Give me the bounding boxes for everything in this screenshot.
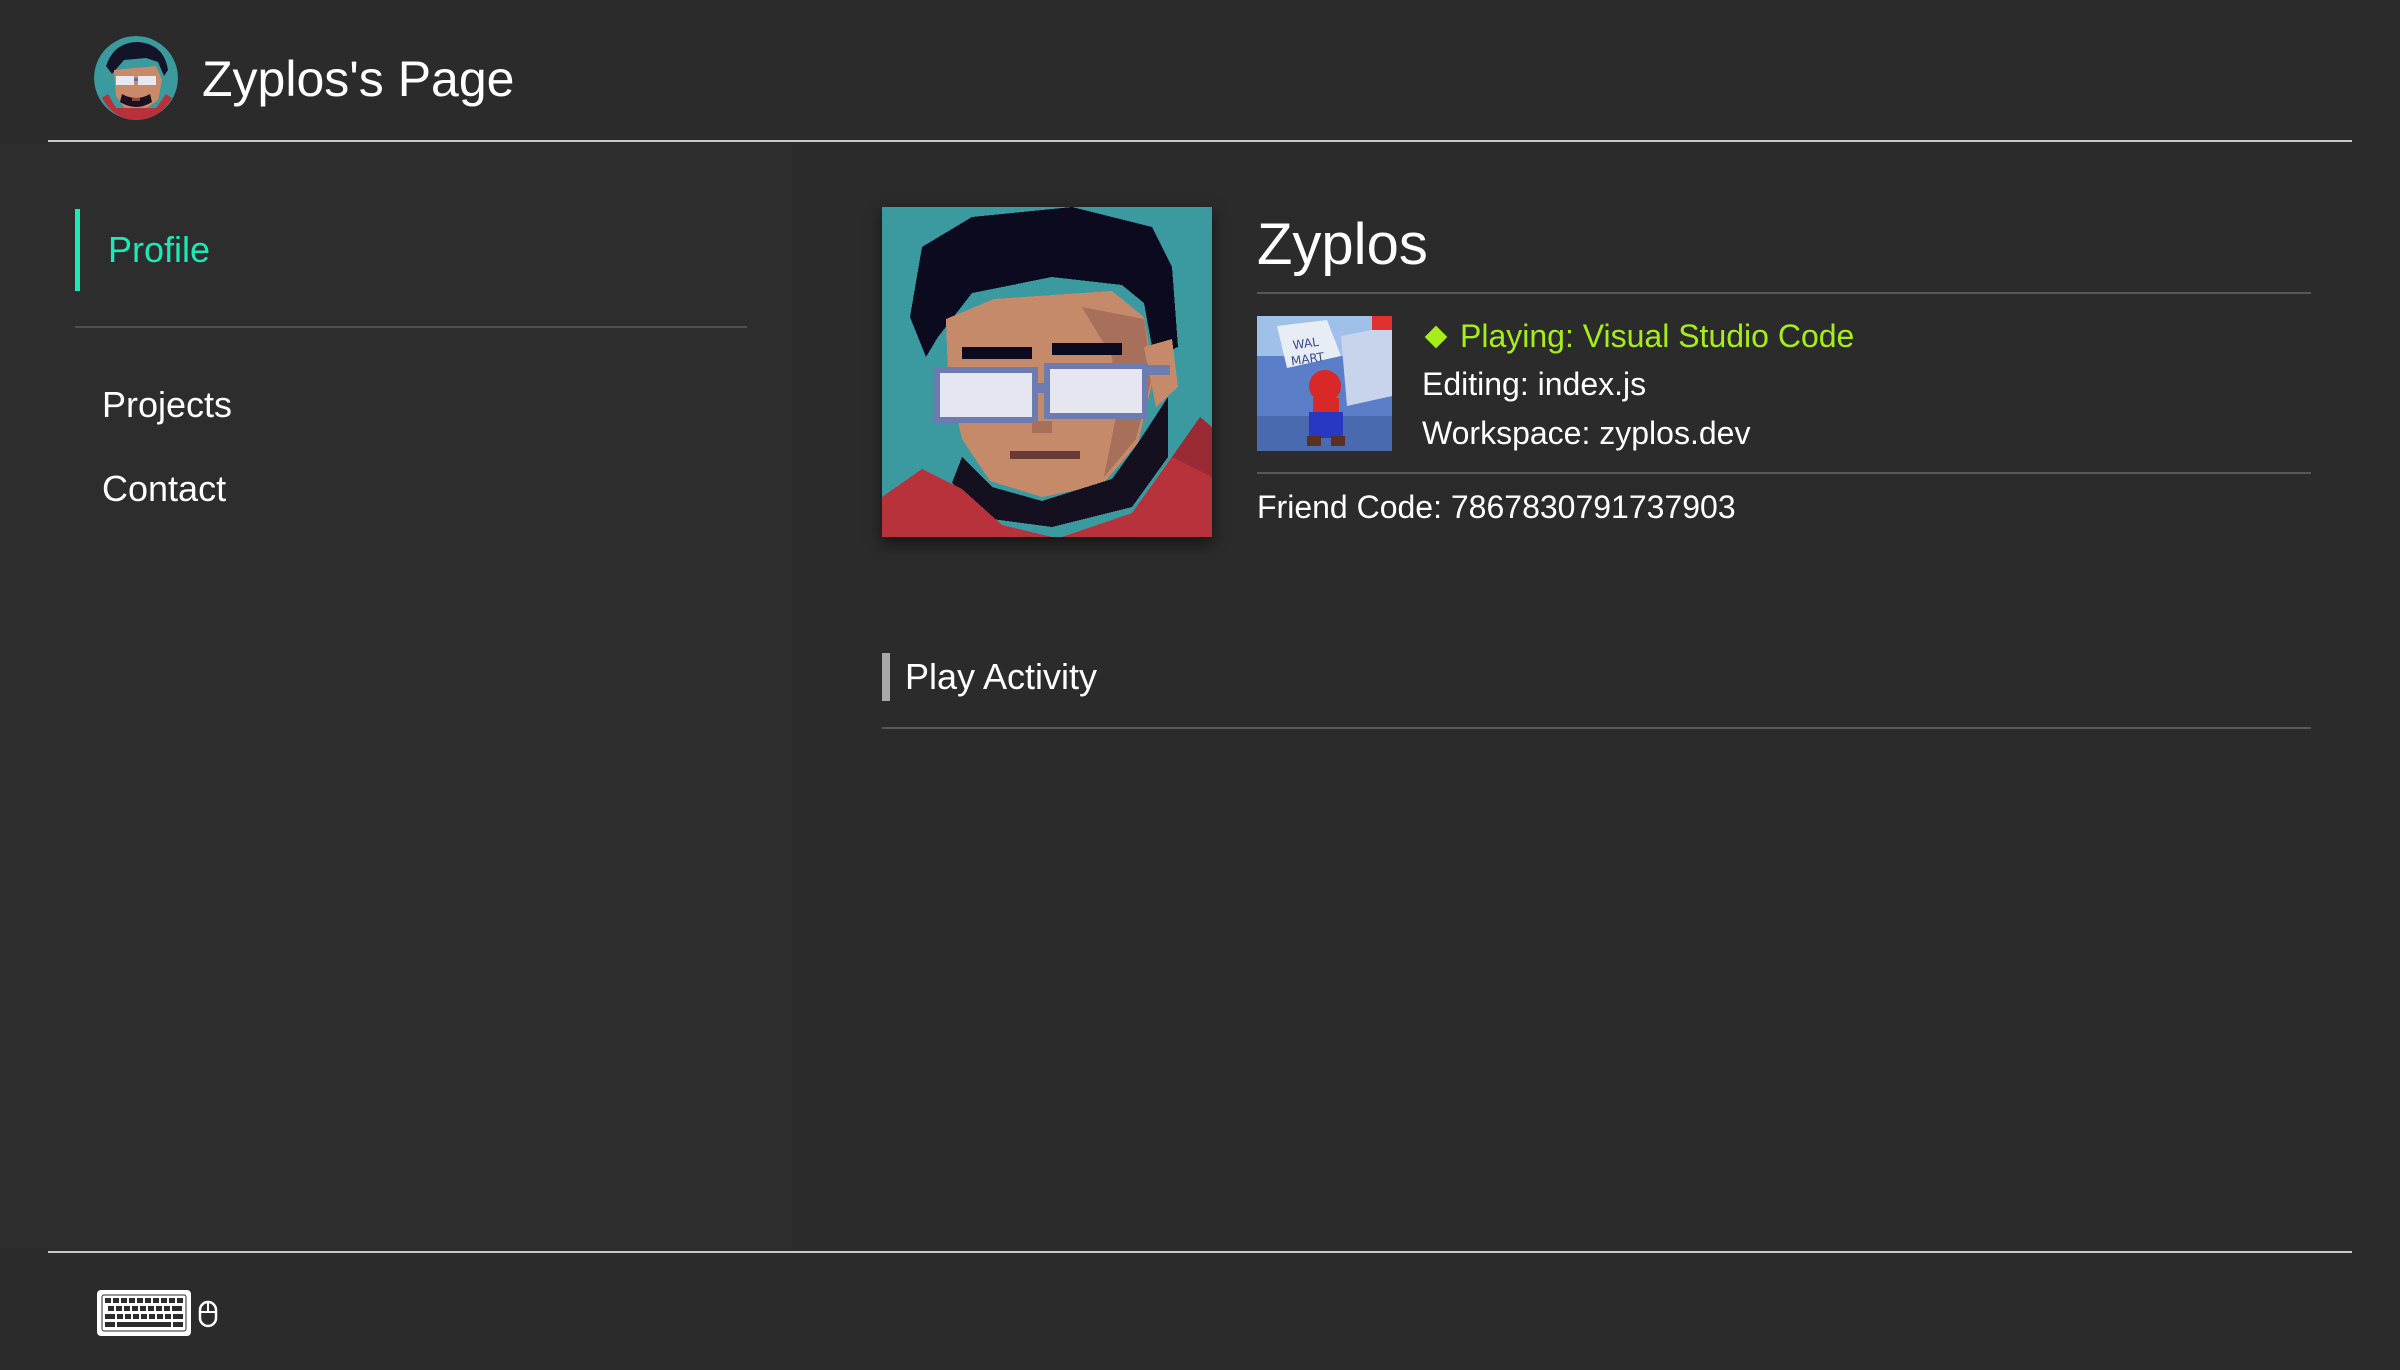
status-divider: [1257, 472, 2311, 474]
page: Zyplos's Page Profile Projects Contact Z…: [0, 0, 2400, 1370]
profile-avatar: [882, 207, 1212, 537]
keyboard-icon[interactable]: [96, 1289, 192, 1337]
profile-name: Zyplos: [1257, 212, 1428, 277]
friend-code: Friend Code: 7867830791737903: [1257, 489, 1736, 525]
workspace-text: Workspace: zyplos.dev: [1422, 415, 1751, 451]
mouse-icon[interactable]: [198, 1300, 218, 1328]
status-text: Playing: Visual Studio Code: [1460, 318, 1855, 354]
page-header: Zyplos's Page: [48, 0, 2352, 142]
section-accent-bar: [882, 653, 890, 701]
header-avatar-icon: [94, 36, 178, 120]
status-diamond-icon: [1424, 325, 1448, 348]
section-divider: [882, 727, 2311, 729]
footer-divider: [48, 1251, 2352, 1253]
activity-status: Playing: Visual Studio Code: [1422, 314, 1854, 358]
section-title: Play Activity: [905, 656, 1098, 697]
page-title: Zyplos's Page: [202, 51, 515, 107]
game-thumbnail: WAL MART: [1257, 316, 1392, 451]
sidebar-divider: [75, 326, 747, 328]
profile-divider: [1257, 292, 2311, 294]
sidebar-item-projects[interactable]: Projects: [102, 380, 232, 430]
sidebar-item-contact[interactable]: Contact: [102, 464, 226, 514]
sidebar: Profile Projects Contact: [0, 144, 792, 1250]
sidebar-item-label: Profile: [108, 229, 211, 270]
sidebar-item-profile[interactable]: Profile: [75, 209, 747, 291]
editing-text: Editing: index.js: [1422, 366, 1647, 402]
